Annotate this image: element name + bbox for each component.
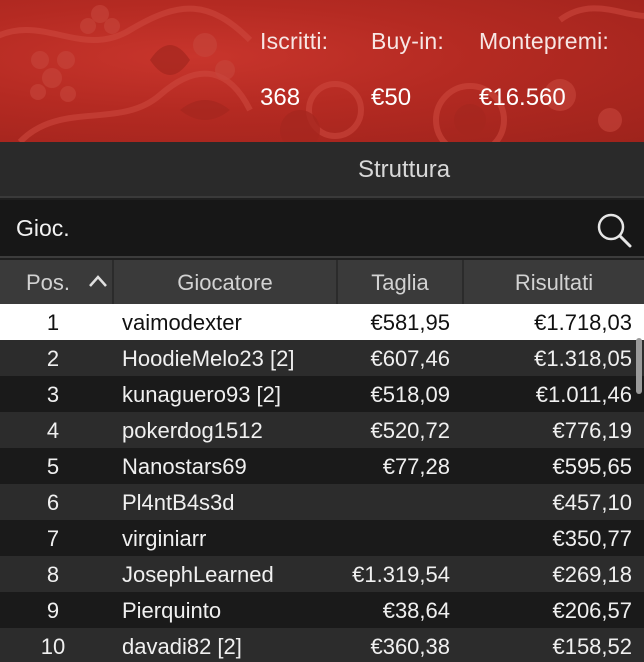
chevron-up-icon[interactable] bbox=[88, 274, 108, 288]
player-search-bar[interactable]: Gioc. bbox=[0, 200, 644, 258]
size-cell: €360,38 bbox=[370, 634, 450, 659]
player-name-cell: pokerdog1512 bbox=[122, 418, 263, 443]
column-header-results[interactable]: Risultati bbox=[464, 260, 644, 304]
player-name-cell: virginiarr bbox=[122, 526, 207, 551]
entries-value: 368 bbox=[260, 84, 301, 111]
column-header-position[interactable]: Pos. bbox=[0, 260, 114, 304]
player-name-cell: Nanostars69 bbox=[122, 454, 247, 479]
column-header-player[interactable]: Giocatore bbox=[114, 260, 338, 304]
position-cell: 2 bbox=[46, 346, 60, 371]
player-name-cell: JosephLearned bbox=[122, 562, 274, 587]
tournament-banner: Iscritti: 368 Buy-in: €50 Montepremi: €1… bbox=[0, 0, 644, 142]
player-name-cell: Pierquinto bbox=[122, 598, 222, 623]
floral-pattern-decoration bbox=[0, 5, 644, 142]
position-cell: 5 bbox=[46, 454, 60, 479]
player-name-cell: HoodieMelo23 [2] bbox=[122, 346, 295, 371]
column-header-position-label: Pos. bbox=[26, 270, 71, 295]
size-cell: €518,09 bbox=[370, 382, 450, 407]
result-cell: €1.718,03 bbox=[534, 310, 632, 335]
size-cell: €38,64 bbox=[382, 598, 450, 623]
search-icon[interactable] bbox=[596, 212, 632, 248]
result-cell: €350,77 bbox=[552, 526, 632, 551]
table-row[interactable]: 10 davadi82 [2] €360,38 €158,52 bbox=[0, 628, 644, 662]
table-row[interactable]: 5 Nanostars69 €77,28 €595,65 bbox=[0, 448, 644, 484]
size-cell: €77,28 bbox=[382, 454, 450, 479]
table-row[interactable]: 6 Pl4ntB4s3d €457,10 bbox=[0, 484, 644, 520]
entries-stat: Iscritti: 368 bbox=[260, 28, 329, 111]
entries-label: Iscritti: bbox=[260, 28, 329, 54]
size-cell: €1.319,54 bbox=[352, 562, 450, 587]
player-name-cell: kunaguero93 [2] bbox=[122, 382, 282, 407]
result-cell: €206,57 bbox=[552, 598, 632, 623]
position-cell: 3 bbox=[46, 382, 60, 407]
results-table-body: 1 vaimodexter €581,95 €1.718,03 2 HoodieMelo2… bbox=[0, 304, 644, 662]
position-cell: 8 bbox=[46, 562, 60, 587]
position-cell: 6 bbox=[46, 490, 60, 515]
table-scrollbar[interactable] bbox=[636, 338, 642, 394]
results-table-header: Pos. Giocatore Taglia Risultati bbox=[0, 260, 644, 304]
table-row[interactable]: 8 JosephLearned €1.319,54 €269,18 bbox=[0, 556, 644, 592]
result-cell: €269,18 bbox=[552, 562, 632, 587]
search-input[interactable]: Gioc. bbox=[16, 215, 70, 242]
prize-pool-label: Montepremi: bbox=[479, 28, 610, 54]
size-cell: €581,95 bbox=[370, 310, 450, 335]
prize-pool-stat: Montepremi: €16.560 bbox=[479, 28, 610, 111]
result-cell: €1.318,05 bbox=[534, 346, 632, 371]
size-cell: €607,46 bbox=[370, 346, 450, 371]
table-row[interactable]: 2 HoodieMelo23 [2] €607,46 €1.318,05 bbox=[0, 340, 644, 376]
table-row[interactable]: 3 kunaguero93 [2] €518,09 €1.011,46 bbox=[0, 376, 644, 412]
result-cell: €776,19 bbox=[552, 418, 632, 443]
position-cell: 10 bbox=[40, 634, 66, 659]
position-cell: 4 bbox=[46, 418, 60, 443]
table-row[interactable]: 1 vaimodexter €581,95 €1.718,03 bbox=[0, 304, 644, 340]
player-name-cell: vaimodexter bbox=[122, 310, 242, 335]
buyin-value: €50 bbox=[371, 84, 412, 111]
tab-bar: Struttura bbox=[0, 142, 644, 198]
result-cell: €1.011,46 bbox=[535, 382, 632, 407]
buyin-stat: Buy-in: €50 bbox=[371, 28, 444, 111]
column-header-size[interactable]: Taglia bbox=[338, 260, 464, 304]
size-cell: €520,72 bbox=[370, 418, 450, 443]
table-row[interactable]: 4 pokerdog1512 €520,72 €776,19 bbox=[0, 412, 644, 448]
position-cell: 7 bbox=[46, 526, 60, 551]
tab-structure[interactable]: Struttura bbox=[358, 156, 450, 184]
table-row[interactable]: 7 virginiarr €350,77 bbox=[0, 520, 644, 556]
position-cell: 1 bbox=[46, 310, 60, 335]
player-name-cell: Pl4ntB4s3d bbox=[122, 490, 235, 515]
player-name-cell: davadi82 [2] bbox=[122, 634, 242, 659]
position-cell: 9 bbox=[46, 598, 60, 623]
result-cell: €457,10 bbox=[552, 490, 632, 515]
prize-pool-value: €16.560 bbox=[479, 84, 566, 111]
result-cell: €158,52 bbox=[552, 634, 632, 659]
buyin-label: Buy-in: bbox=[371, 28, 444, 54]
result-cell: €595,65 bbox=[552, 454, 632, 479]
table-row[interactable]: 9 Pierquinto €38,64 €206,57 bbox=[0, 592, 644, 628]
